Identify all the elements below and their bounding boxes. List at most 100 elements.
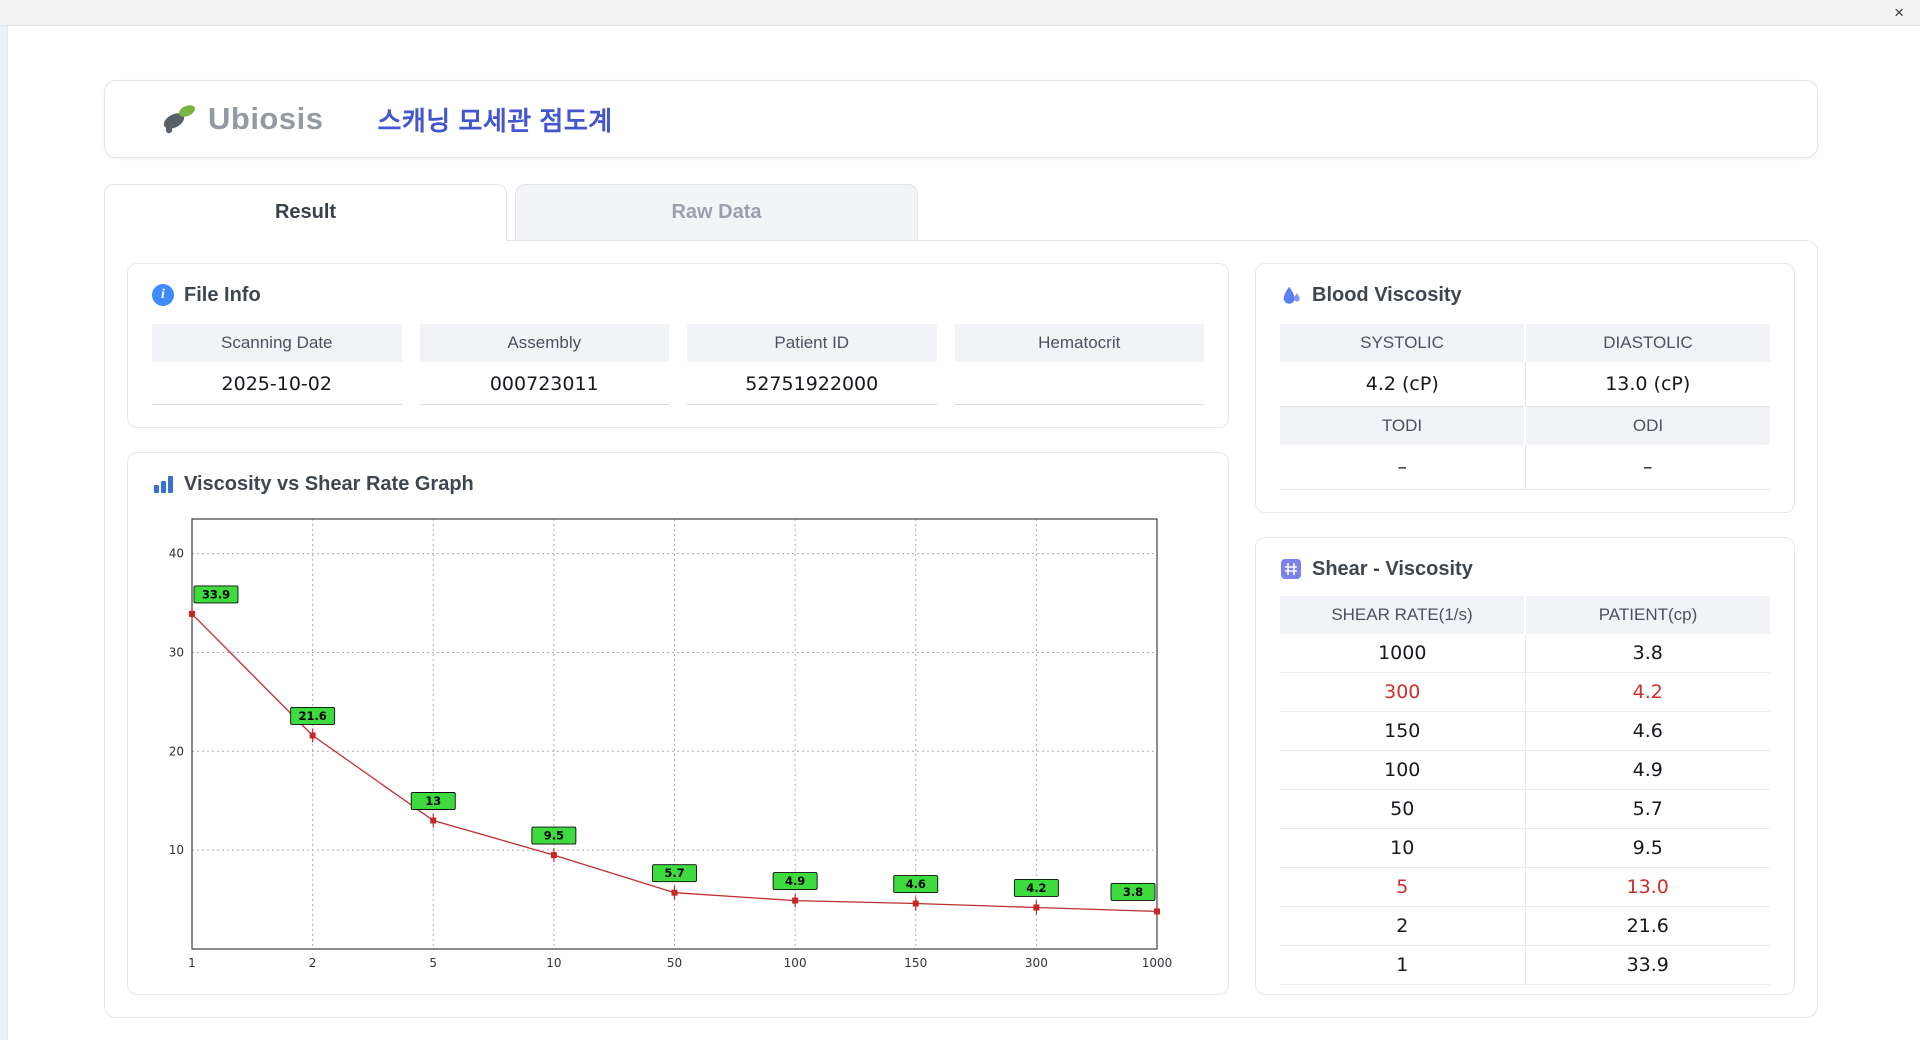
file-info-fields: Scanning Date 2025-10-02 Assembly 000723011…	[152, 324, 1204, 405]
blood-viscosity-title: Blood Viscosity	[1312, 284, 1462, 306]
shear-rate-cell: 300	[1280, 672, 1526, 712]
blood-viscosity-header: Blood Viscosity	[1280, 282, 1770, 308]
field-label: Scanning Date	[152, 324, 402, 362]
window-titlebar: ×	[0, 0, 1920, 26]
svg-text:50: 50	[667, 956, 682, 970]
bv-value-row: – –	[1280, 445, 1770, 490]
svg-text:40: 40	[169, 547, 184, 561]
shear-rate-cell: 150	[1280, 711, 1526, 751]
patient-value-cell: 13.0	[1525, 867, 1770, 907]
shear-rate-cell: 50	[1280, 789, 1526, 829]
file-info-header: i File Info	[152, 282, 1204, 308]
graph-title: Viscosity vs Shear Rate Graph	[184, 473, 474, 495]
patient-value-cell: 33.9	[1525, 945, 1770, 985]
field-label: Hematocrit	[954, 324, 1204, 362]
shear-rate-cell: 10	[1280, 828, 1526, 868]
svg-text:4.9: 4.9	[785, 874, 805, 888]
patient-value-cell: 4.6	[1525, 711, 1770, 751]
field-label: Patient ID	[687, 324, 937, 362]
patient-value-cell: 5.7	[1525, 789, 1770, 829]
ubiosis-logo: Ubiosis	[159, 99, 323, 139]
right-column: Blood Viscosity SYSTOLIC DIASTOLIC 4.2 (cP…	[1255, 263, 1795, 995]
svg-text:9.5: 9.5	[544, 829, 564, 843]
blood-viscosity-card: Blood Viscosity SYSTOLIC DIASTOLIC 4.2 (cP…	[1255, 263, 1795, 513]
bv-header-cell: DIASTOLIC	[1525, 324, 1770, 362]
chart-area: 10 20 30 40 1 2 5 10 50 100 150 300 1000 33.9 21.6 13 9.…	[152, 509, 1204, 979]
file-info-field: Patient ID 52751922000	[687, 324, 937, 405]
patient-value-cell: 3.8	[1525, 634, 1770, 673]
field-value: 000723011	[419, 362, 669, 405]
bv-header-row: SYSTOLIC DIASTOLIC	[1280, 324, 1770, 362]
svg-text:20: 20	[169, 744, 184, 758]
shear-rate-cell: 5	[1280, 867, 1526, 907]
shear-rate-cell: 1	[1280, 945, 1526, 985]
file-info-field: Hematocrit	[954, 324, 1204, 405]
bv-header-cell: ODI	[1525, 406, 1770, 445]
svg-text:1: 1	[188, 956, 196, 970]
graph-card: Viscosity vs Shear Rate Graph 10 20 30 40 1 2…	[127, 452, 1229, 995]
left-column: i File Info Scanning Date 2025-10-02 Assem…	[127, 263, 1229, 995]
svg-text:13: 13	[425, 794, 441, 808]
shear-table-row: 150 4.6	[1280, 711, 1770, 751]
bv-header-cell: TODI	[1280, 406, 1526, 445]
leaf-logo-icon	[163, 105, 196, 134]
blood-viscosity-table: SYSTOLIC DIASTOLIC 4.2 (cP) 13.0 (cP) TODI OD…	[1280, 324, 1770, 490]
close-icon[interactable]: ×	[1894, 4, 1904, 21]
bv-value-cell: –	[1280, 445, 1526, 490]
field-value: 52751922000	[687, 362, 937, 405]
grid-table-icon	[1281, 559, 1301, 579]
app-content: Ubiosis 스캐닝 모세관 점도계 Result Raw Data i Fi…	[0, 26, 1920, 1018]
svg-text:1000: 1000	[1142, 956, 1173, 970]
patient-value-cell: 4.9	[1525, 750, 1770, 790]
graph-header: Viscosity vs Shear Rate Graph	[152, 471, 1204, 497]
shear-table-row: 5 13.0	[1280, 867, 1770, 907]
viscosity-shear-chart: 10 20 30 40 1 2 5 10 50 100 150 300 1000 33.9 21.6 13 9.…	[169, 518, 1173, 970]
field-value	[954, 362, 1204, 405]
file-info-title: File Info	[184, 284, 261, 306]
patient-value-cell: 9.5	[1525, 828, 1770, 868]
shear-table-header-row: SHEAR RATE(1/s) PATIENT(cp)	[1280, 596, 1770, 634]
svg-text:100: 100	[784, 956, 807, 970]
shear-table-row: 2 21.6	[1280, 906, 1770, 946]
logo-text: Ubiosis	[208, 101, 324, 136]
shear-viscosity-card: Shear - Viscosity SHEAR RATE(1/s) PATIEN…	[1255, 537, 1795, 995]
patient-value-cell: 21.6	[1525, 906, 1770, 946]
shear-viscosity-table: SHEAR RATE(1/s) PATIENT(cp) 1000 3.8 300 4.…	[1280, 596, 1770, 985]
patient-column-header: PATIENT(cp)	[1525, 596, 1770, 634]
shear-rate-cell: 1000	[1280, 634, 1526, 673]
svg-text:10: 10	[169, 843, 184, 857]
svg-text:5: 5	[429, 956, 437, 970]
tab-raw-data[interactable]: Raw Data	[515, 184, 918, 241]
shear-table-row: 100 4.9	[1280, 750, 1770, 790]
file-info-field: Scanning Date 2025-10-02	[152, 324, 402, 405]
shear-table-row: 50 5.7	[1280, 789, 1770, 829]
bv-header-cell: SYSTOLIC	[1280, 324, 1526, 362]
water-drop-icon	[1283, 286, 1300, 304]
shear-table-row: 1000 3.8	[1280, 634, 1770, 673]
shear-viscosity-header: Shear - Viscosity	[1280, 556, 1770, 582]
file-info-card: i File Info Scanning Date 2025-10-02 Assem…	[127, 263, 1229, 428]
svg-text:5.7: 5.7	[664, 866, 684, 880]
bv-value-cell: 13.0 (cP)	[1525, 362, 1770, 407]
left-edge-strip	[0, 26, 8, 1040]
field-value: 2025-10-02	[152, 362, 402, 405]
patient-value-cell: 4.2	[1525, 672, 1770, 712]
shear-table-row: 300 4.2	[1280, 672, 1770, 712]
tab-bar: Result Raw Data	[104, 184, 1818, 241]
bar-chart-icon	[154, 476, 173, 493]
svg-text:2: 2	[309, 956, 317, 970]
svg-text:21.6: 21.6	[298, 709, 326, 723]
file-info-field: Assembly 000723011	[419, 324, 669, 405]
shear-rate-column-header: SHEAR RATE(1/s)	[1280, 596, 1526, 634]
shear-table-row: 1 33.9	[1280, 945, 1770, 985]
field-label: Assembly	[419, 324, 669, 362]
svg-text:33.9: 33.9	[202, 587, 230, 601]
bv-header-row: TODI ODI	[1280, 406, 1770, 445]
shear-rate-cell: 100	[1280, 750, 1526, 790]
svg-text:300: 300	[1025, 956, 1048, 970]
tab-result[interactable]: Result	[104, 184, 507, 241]
result-panel: i File Info Scanning Date 2025-10-02 Assem…	[104, 240, 1818, 1018]
svg-text:10: 10	[546, 956, 561, 970]
svg-text:150: 150	[904, 956, 927, 970]
bv-value-cell: –	[1525, 445, 1770, 490]
